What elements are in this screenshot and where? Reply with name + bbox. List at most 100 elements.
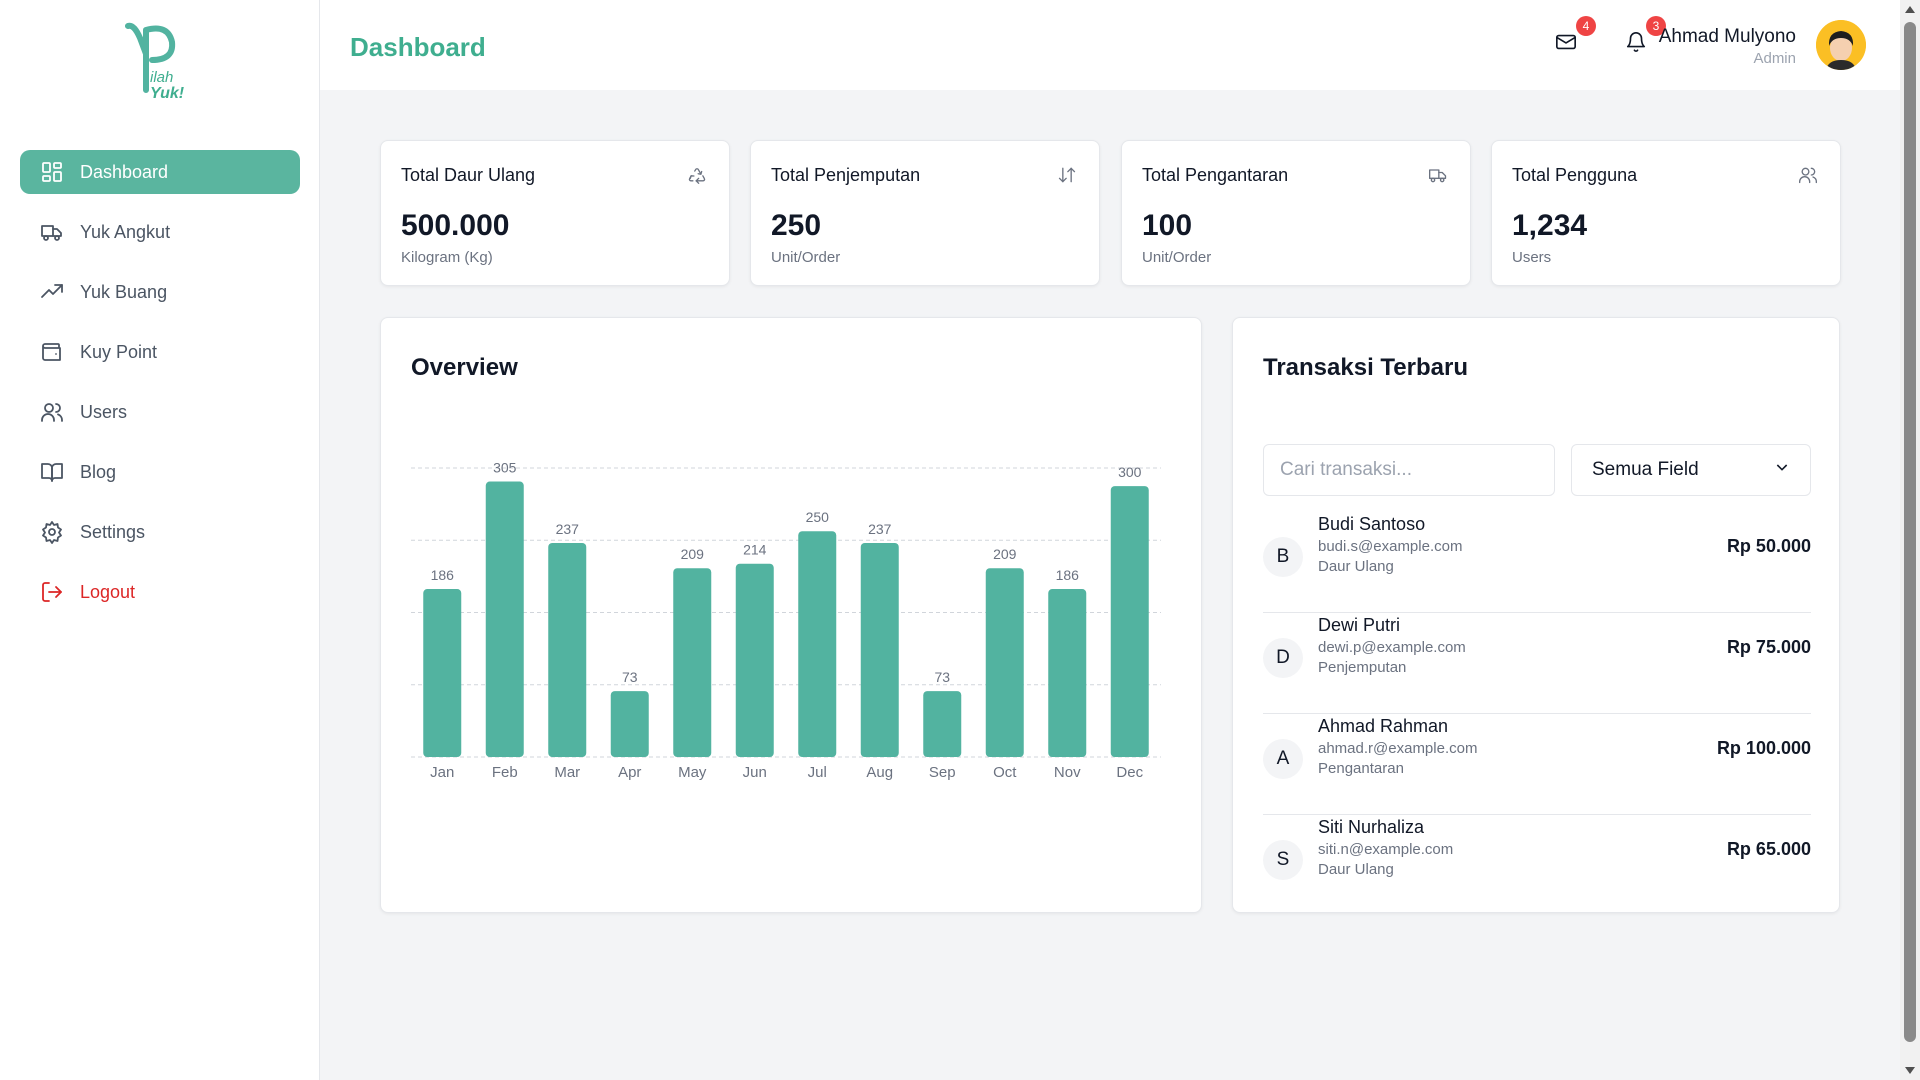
logout-icon (40, 580, 64, 604)
transaction-row[interactable]: D Dewi Putri dewi.p@example.com Penjempu… (1263, 613, 1811, 714)
chart-data-label: 305 (493, 460, 517, 476)
transaction-avatar: S (1263, 840, 1303, 880)
sidebar-item-yuk-angkut[interactable]: Yuk Angkut (20, 210, 300, 254)
sidebar-item-label: Dashboard (80, 161, 169, 182)
page-scrollbar[interactable] (1900, 0, 1920, 1080)
chevron-down-icon (1774, 459, 1790, 481)
transaction-type: Daur Ulang (1318, 558, 1394, 575)
chart-bar (1048, 589, 1087, 757)
stat-value: 100 (1142, 209, 1193, 242)
chart-data-label: 209 (681, 546, 705, 562)
sidebar-item-yuk-buang[interactable]: Yuk Buang (20, 270, 300, 314)
transaction-name: Siti Nurhaliza (1318, 817, 1425, 837)
arrows-up-down-icon (1057, 165, 1079, 187)
sidebar-item-label: Kuy Point (80, 341, 158, 362)
sidebar-item-users[interactable]: Users (20, 390, 300, 434)
chart-x-tick-label: Dec (1116, 764, 1143, 781)
transaction-amount: Rp 65.000 (1726, 839, 1811, 859)
transaction-row[interactable]: S Siti Nurhaliza siti.n@example.com Daur… (1263, 815, 1811, 916)
chart-bar (985, 568, 1024, 757)
chart-x-tick-label: Jun (743, 764, 767, 781)
users-icon (1798, 165, 1820, 187)
chart-x-tick-label: May (678, 764, 707, 781)
transaction-type: Daur Ulang (1318, 861, 1394, 878)
transaction-row[interactable]: B Budi Santoso budi.s@example.com Daur U… (1263, 512, 1811, 613)
stat-unit: Unit/Order (771, 249, 841, 266)
transaction-type: Pengantaran (1318, 760, 1404, 777)
truck-icon (40, 220, 64, 244)
chart-data-label: 250 (806, 509, 830, 525)
dashboard-grid-icon (40, 160, 64, 184)
field-filter-select[interactable]: Semua Field (1571, 444, 1811, 496)
transaction-avatar: D (1263, 638, 1303, 678)
transaction-name: Dewi Putri (1318, 615, 1401, 635)
chart-data-label: 73 (934, 669, 950, 685)
book-open-icon (40, 460, 64, 484)
field-filter-value: Semua Field (1592, 459, 1699, 480)
stat-title: Total Pengguna (1512, 165, 1638, 185)
user-role: Admin (1753, 50, 1796, 67)
pilahyuk-logo[interactable]: ilah Yuk! (124, 20, 198, 102)
transaction-avatar: A (1263, 739, 1303, 779)
sidebar-item-label: Users (80, 401, 128, 422)
sidebar-item-settings[interactable]: Settings (20, 510, 300, 554)
top-header: Dashboard 4 3 Ahmad Mulyono Admin (320, 0, 1900, 90)
sidebar-item-label: Yuk Buang (80, 281, 168, 302)
notifications-button[interactable]: 3 (1622, 16, 1666, 58)
gear-icon (40, 520, 64, 544)
chart-data-label: 300 (1118, 464, 1142, 480)
chart-x-tick-label: Jan (430, 764, 454, 781)
chart-bar (610, 691, 649, 757)
transaction-name: Budi Santoso (1318, 514, 1426, 534)
transaction-search-input[interactable] (1263, 444, 1555, 496)
chart-bar (798, 531, 837, 757)
stat-value: 250 (771, 209, 822, 242)
chart-x-tick-label: Nov (1054, 764, 1081, 781)
stat-card-penjemputan: Total Penjemputan 250 Unit/Order (750, 140, 1100, 286)
svg-text:Yuk!: Yuk! (150, 85, 185, 100)
chart-bar (860, 542, 899, 757)
scroll-down-arrow[interactable] (1905, 1067, 1915, 1074)
transaction-amount: Rp 50.000 (1726, 536, 1811, 556)
sidebar-item-dashboard[interactable]: Dashboard (20, 150, 300, 194)
transaction-email: budi.s@example.com (1318, 538, 1463, 555)
overview-card: 186 Jan 305 Feb 237 Mar 73 Apr 209 May 214 Jun 250 Ju… (380, 317, 1202, 913)
users-icon (40, 400, 64, 424)
scrollbar-thumb[interactable] (1904, 22, 1916, 1042)
bell-icon (1625, 31, 1647, 58)
transaction-amount: Rp 75.000 (1726, 637, 1811, 657)
chart-bar (423, 589, 462, 757)
transaction-row[interactable]: A Ahmad Rahman ahmad.r@example.com Penga… (1263, 714, 1811, 815)
transactions-title: Transaksi Terbaru (1263, 354, 1468, 381)
chart-bar (735, 563, 774, 757)
sidebar-item-blog[interactable]: Blog (20, 450, 300, 494)
sidebar-item-logout[interactable]: Logout (20, 570, 300, 614)
chart-x-tick-label: Feb (492, 764, 518, 781)
chart-data-label: 209 (993, 546, 1017, 562)
stat-card-pengguna: Total Pengguna 1,234 Users (1491, 140, 1841, 286)
sidebar-item-label: Settings (80, 521, 146, 542)
sidebar-item-label: Logout (80, 581, 136, 602)
sidebar-nav: Dashboard Yuk Angkut Yuk Buang Kuy Point… (20, 150, 300, 630)
chart-bar (485, 481, 524, 757)
stat-unit: Unit/Order (1142, 249, 1212, 266)
mail-button[interactable]: 4 (1552, 16, 1596, 58)
overview-title: Overview (411, 354, 518, 381)
chart-x-tick-label: Apr (618, 764, 641, 781)
page-title: Dashboard (350, 32, 486, 62)
sidebar-item-kuy-point[interactable]: Kuy Point (20, 330, 300, 374)
chart-x-tick-label: Oct (993, 764, 1017, 781)
trending-up-icon (40, 280, 64, 304)
chart-data-label: 214 (743, 542, 767, 558)
user-name[interactable]: Ahmad Mulyono (1659, 26, 1796, 48)
transaction-list: B Budi Santoso budi.s@example.com Daur U… (1263, 512, 1811, 916)
stat-title: Total Daur Ulang (401, 165, 536, 185)
stat-card-daur-ulang: Total Daur Ulang 500.000 Kilogram (Kg) (380, 140, 730, 286)
transaction-email: dewi.p@example.com (1318, 639, 1466, 656)
stat-unit: Users (1512, 249, 1552, 266)
wallet-icon (40, 340, 64, 364)
avatar[interactable] (1816, 20, 1866, 70)
stat-value: 500.000 (401, 209, 510, 242)
chart-x-tick-label: Jul (808, 764, 827, 781)
scroll-up-arrow[interactable] (1905, 6, 1915, 13)
